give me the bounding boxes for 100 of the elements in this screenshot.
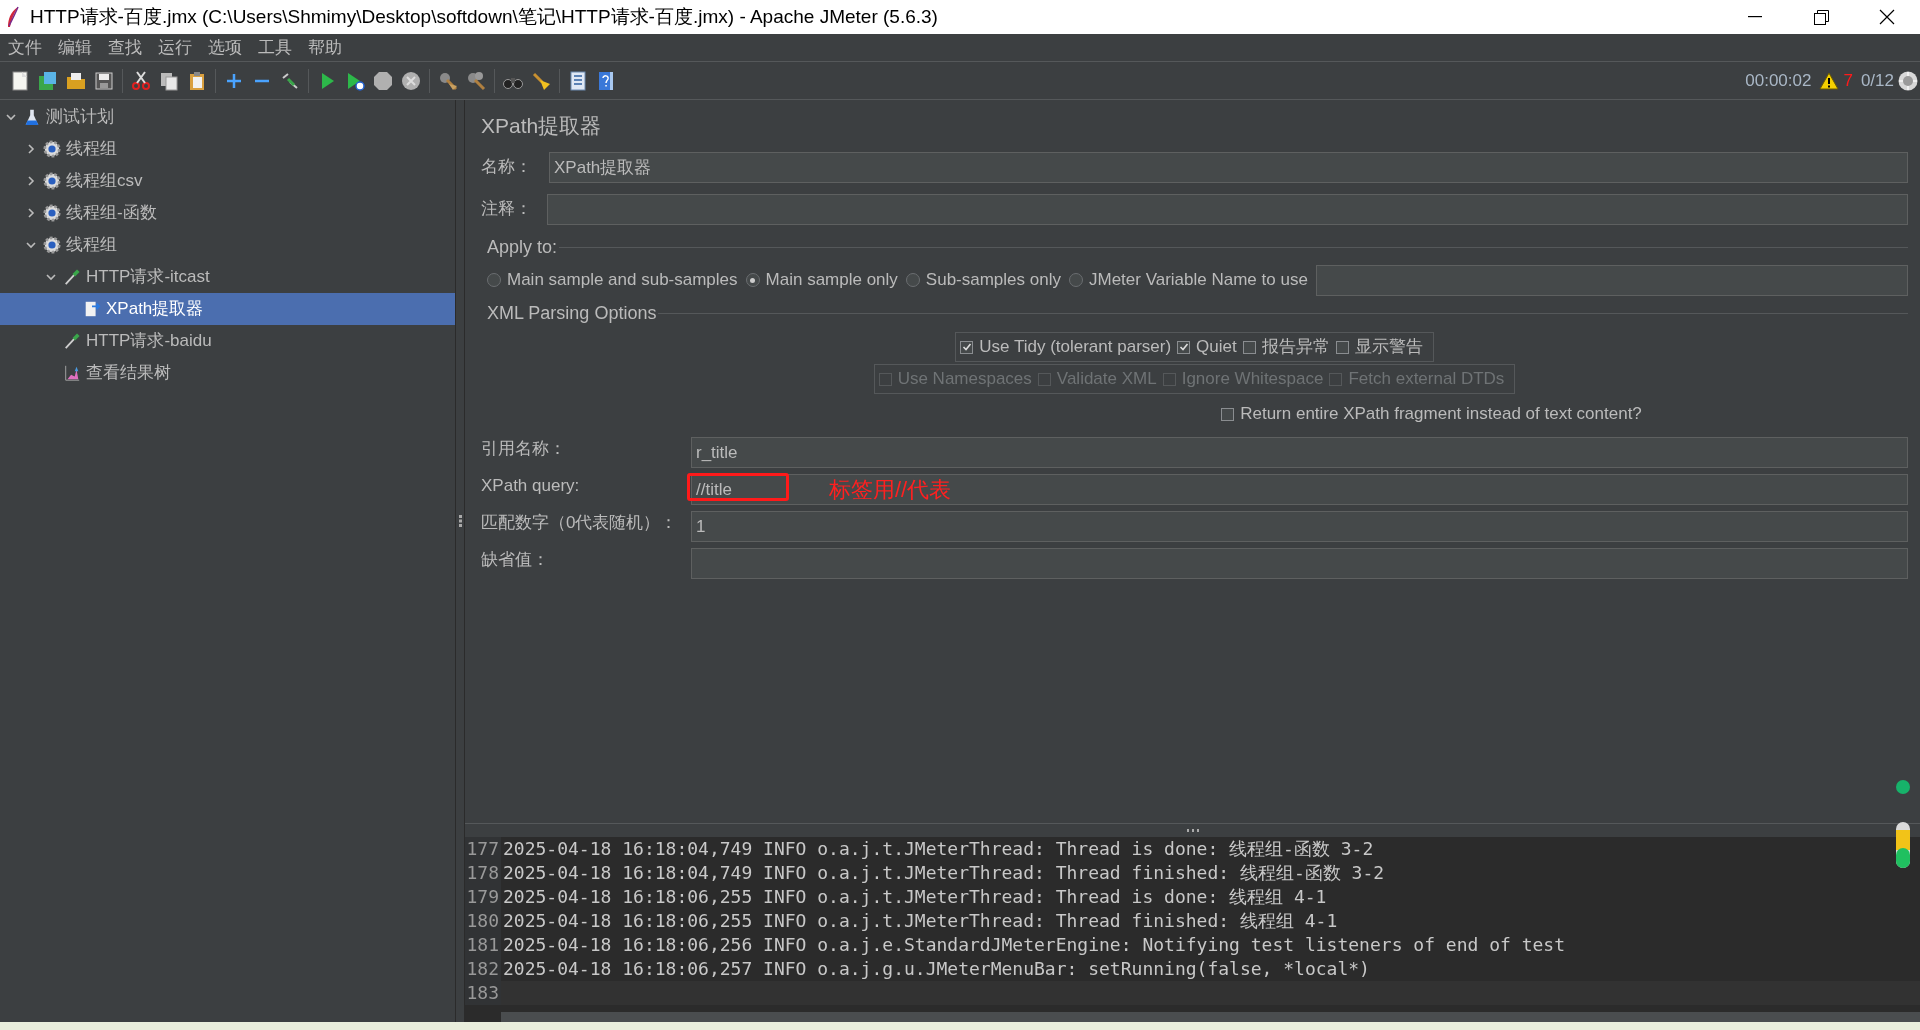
chevron-right-icon[interactable] <box>26 176 36 186</box>
tree-item[interactable]: XPath提取器 <box>0 293 455 325</box>
save-icon[interactable] <box>93 69 115 92</box>
warning-icon <box>1819 71 1840 90</box>
tree-item-label: 线程组csv <box>66 170 143 193</box>
line-number: 182 <box>465 957 501 981</box>
menu-item[interactable]: 编辑 <box>50 34 100 61</box>
close-icon <box>1879 9 1895 25</box>
input-field[interactable]: r_title <box>691 437 1908 468</box>
line-number: 181 <box>465 933 501 957</box>
log-line: 2025-04-18 16:18:04,749 INFO o.a.j.t.JMeterThread: Thread is done: 线程组-函数 3-2 <box>502 837 1374 861</box>
chevron-down-icon[interactable] <box>6 112 16 122</box>
menu-item[interactable]: 工具 <box>250 34 300 61</box>
checkbox-option[interactable]: Use Tidy (tolerant parser) <box>960 334 1172 360</box>
log-line: 2025-04-18 16:18:06,256 INFO o.a.j.e.StandardJMeterEngine: Notifying test listeners of end of test <box>502 933 1566 957</box>
annotation-text: 标签用//代表 <box>829 476 952 504</box>
tree-item[interactable]: 线程组 <box>0 133 455 165</box>
document-arrow-icon <box>83 300 101 318</box>
menu-item[interactable]: 运行 <box>150 34 200 61</box>
line-number: 180 <box>465 909 501 933</box>
chevron-right-icon[interactable] <box>26 144 36 154</box>
minimize-icon <box>1748 16 1762 18</box>
chevron-right-icon[interactable] <box>26 208 36 218</box>
checkbox-option[interactable]: 报告异常 <box>1242 334 1330 360</box>
list-icon[interactable] <box>567 69 589 92</box>
flask-icon <box>23 108 41 126</box>
radio-option[interactable]: Main sample only <box>745 267 898 293</box>
gear-icon <box>43 172 61 190</box>
menu-item[interactable]: 文件 <box>0 34 50 61</box>
line-number: 178 <box>465 861 501 885</box>
input-field[interactable]: 1 <box>691 511 1908 542</box>
tree-item-label: 线程组-函数 <box>66 202 157 225</box>
tree-item[interactable]: 线程组 <box>0 229 455 261</box>
splitter-grip-icon[interactable] <box>458 515 462 527</box>
tree-item[interactable]: 线程组-函数 <box>0 197 455 229</box>
tree-item-label: HTTP请求-itcast <box>86 266 210 289</box>
input-field[interactable]: XPath提取器 <box>549 151 1908 183</box>
scissors-icon[interactable] <box>130 69 152 92</box>
pipette-icon <box>63 268 81 286</box>
tree-item[interactable]: 查看结果树 <box>0 357 455 389</box>
warning-count: 7 <box>1843 69 1853 92</box>
input-field[interactable] <box>547 193 1908 225</box>
checkbox-option[interactable]: 显示警告 <box>1335 334 1423 360</box>
gear-icon <box>43 140 61 158</box>
field-label: 缺省值： <box>481 549 550 571</box>
tree-item[interactable]: 线程组csv <box>0 165 455 197</box>
log-line: 2025-04-18 16:18:04,749 INFO o.a.j.t.JMeterThread: Thread finished: 线程组-函数 3-2 <box>502 861 1385 885</box>
chevron-down-icon[interactable] <box>46 272 56 282</box>
input-field[interactable] <box>691 548 1908 579</box>
memory-gauge-icon <box>1895 822 1911 868</box>
field-label: 匹配数字（0代表随机）： <box>481 512 679 534</box>
log-line: 2025-04-18 16:18:06,255 INFO o.a.j.t.JMeterThread: Thread finished: 线程组 4-1 <box>502 909 1338 933</box>
checkbox-option[interactable]: Return entire XPath fragment instead of text content? <box>1221 401 1642 427</box>
menu-item[interactable]: 查找 <box>100 34 150 61</box>
pipette-icon <box>63 332 81 350</box>
field-label: 引用名称： <box>481 438 567 460</box>
elapsed-time: 00:00:02 <box>1745 69 1812 92</box>
tree-item-label: HTTP请求-baidu <box>86 330 212 353</box>
tree-item[interactable]: HTTP请求-itcast <box>0 261 455 293</box>
tree-item-label: 线程组 <box>66 234 117 257</box>
thread-count: 0/12 <box>1860 69 1894 92</box>
gear-icon <box>43 204 61 222</box>
section-title: XML Parsing Options <box>487 301 657 325</box>
checkmark-icon <box>1178 342 1189 352</box>
field-label: 注释： <box>481 198 533 221</box>
tree-item-label: 线程组 <box>66 138 117 161</box>
drag-handle-icon[interactable] <box>1186 829 1199 832</box>
panel-title: XPath提取器 <box>481 113 603 139</box>
chevron-down-icon[interactable] <box>26 240 36 250</box>
radio-option[interactable]: Sub-samples only <box>905 267 1061 293</box>
menu-item[interactable]: 帮助 <box>300 34 350 61</box>
stop-icon[interactable] <box>372 69 394 92</box>
checkbox-option[interactable]: Quiet <box>1177 334 1237 360</box>
tree-item[interactable]: HTTP请求-baidu <box>0 325 455 357</box>
status-indicator-icon <box>1895 779 1911 795</box>
radio-option[interactable]: Main sample and sub-samples <box>487 267 738 293</box>
tree-item[interactable]: 测试计划 <box>0 101 455 133</box>
shutdown-icon[interactable] <box>400 69 422 92</box>
gear-icon <box>43 236 61 254</box>
remote-status-icon <box>1898 70 1918 91</box>
scrollbar[interactable] <box>501 1012 1920 1022</box>
window-title: HTTP请求-百度.jmx (C:\Users\Shmimy\Desktop\softdown\笔记\HTTP请求-百度.jmx) - Apache JMeter (5.6.3) <box>30 4 938 29</box>
input-field[interactable] <box>1315 264 1908 296</box>
field-label: XPath query: <box>481 475 581 497</box>
radio-option[interactable]: JMeter Variable Name to use <box>1068 267 1308 293</box>
templates-icon[interactable] <box>37 69 59 92</box>
log-line: 2025-04-18 16:18:06,257 INFO o.a.j.g.u.JMeterMenuBar: setRunning(false, *local*) <box>502 957 1370 981</box>
field-label: 名称： <box>481 156 533 179</box>
log-line: 2025-04-18 16:18:06,255 INFO o.a.j.t.JMeterThread: Thread is done: 线程组 4-1 <box>502 885 1327 909</box>
chart-icon <box>63 364 81 382</box>
new-file-icon[interactable] <box>9 69 31 92</box>
restore-icon <box>1813 9 1829 25</box>
feather-icon <box>6 6 20 28</box>
line-number: 177 <box>465 837 501 861</box>
tree-item-label: XPath提取器 <box>106 298 204 321</box>
checkmark-icon <box>961 342 972 352</box>
line-number: 179 <box>465 885 501 909</box>
menu-item[interactable]: 选项 <box>200 34 250 61</box>
section-title: Apply to: <box>487 235 558 259</box>
tree-item-label: 查看结果树 <box>86 362 171 385</box>
